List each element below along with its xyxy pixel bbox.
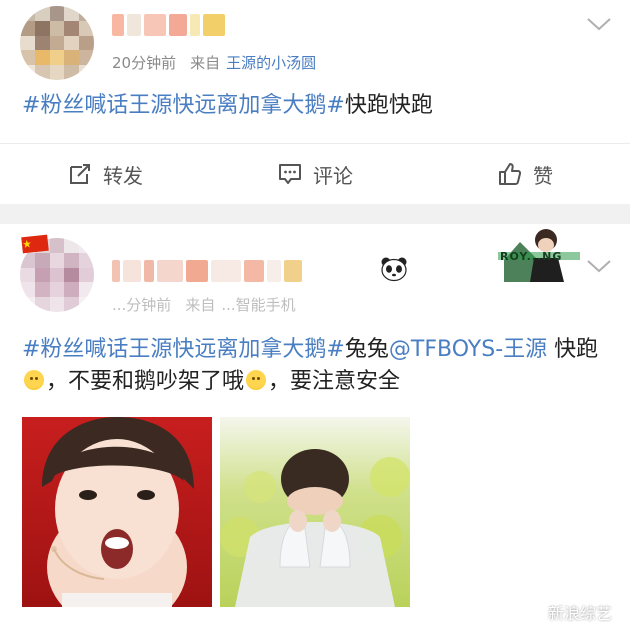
user-badge[interactable]: ROY...NG — [498, 224, 580, 282]
post-from-label: 来自 — [190, 54, 221, 72]
like-label: 赞 — [533, 163, 553, 188]
post-text: #粉丝喊话王源快远离加拿大鹅#快跑快跑 — [22, 90, 612, 122]
repost-button[interactable]: 转发 — [0, 144, 210, 204]
post-image-2[interactable] — [220, 417, 410, 607]
post-text-part: 兔兔 — [344, 337, 389, 362]
post-meta: 20分钟前 来自 王源的小汤圆 — [112, 52, 316, 73]
post-text-part: ，不要和鹅吵架了哦 — [46, 369, 245, 394]
blush-emoji-icon — [246, 370, 267, 390]
post-time: 20分钟前 — [112, 54, 177, 72]
blush-emoji-icon — [24, 370, 44, 390]
post-text: #粉丝喊话王源快远离加拿大鹅#兔兔@TFBOYS-王源 快跑 ，不要和鹅吵架了哦 ，… — [22, 334, 612, 398]
username-blurred[interactable] — [112, 260, 302, 282]
hashtag-link[interactable]: #粉丝喊话王源快远离加拿大鹅# — [22, 93, 345, 118]
post-text-rest: 快跑快跑 — [344, 93, 433, 118]
repost-label: 转发 — [103, 163, 143, 188]
watermark-text: 新浪综艺 — [547, 604, 612, 623]
portrait-image — [42, 417, 194, 607]
mention-link[interactable]: @TFBOYS-王源 — [389, 337, 547, 362]
feed-divider — [0, 204, 630, 224]
watermark: 新浪综艺 — [520, 600, 612, 624]
panda-icon — [381, 257, 407, 282]
china-flag-icon — [21, 234, 49, 254]
weibo-post-1: 20分钟前 来自 王源的小汤圆 #粉丝喊话王源快远离加拿大鹅#快跑快跑 转发 评论 — [0, 0, 630, 204]
badge-text: ROY...NG — [500, 250, 563, 263]
avatar[interactable] — [20, 6, 94, 80]
username-blurred[interactable] — [112, 14, 225, 36]
comment-label: 评论 — [313, 163, 353, 188]
post-image-1[interactable] — [22, 417, 212, 607]
post-text-part: ，要注意安全 — [268, 369, 401, 394]
post-meta: ...分钟前 来自 ...智能手机 — [112, 294, 296, 315]
comment-button[interactable]: 评论 — [210, 144, 420, 204]
weibo-logo-icon — [520, 605, 541, 621]
like-button[interactable]: 赞 — [420, 144, 630, 204]
post-time: ...分钟前 — [112, 296, 172, 314]
post-from-label: 来自 — [185, 296, 216, 314]
portrait-image — [220, 449, 410, 607]
hashtag-link[interactable]: #粉丝喊话王源快远离加拿大鹅# — [22, 337, 345, 362]
post-text-part: 快跑 — [547, 337, 599, 362]
action-bar: 转发 评论 赞 — [0, 143, 630, 204]
repost-icon — [70, 164, 90, 184]
chevron-down-icon[interactable] — [584, 14, 614, 34]
post-source: ...智能手机 — [221, 296, 296, 314]
comment-icon — [279, 164, 301, 184]
chevron-down-icon[interactable] — [584, 256, 614, 276]
weibo-post-2: ...分钟前 来自 ...智能手机 ROY...NG #粉丝喊话王源快远离加拿大鹅#… — [0, 224, 630, 632]
post-source-link[interactable]: 王源的小汤圆 — [226, 54, 316, 72]
thumbs-up-icon — [499, 163, 522, 185]
